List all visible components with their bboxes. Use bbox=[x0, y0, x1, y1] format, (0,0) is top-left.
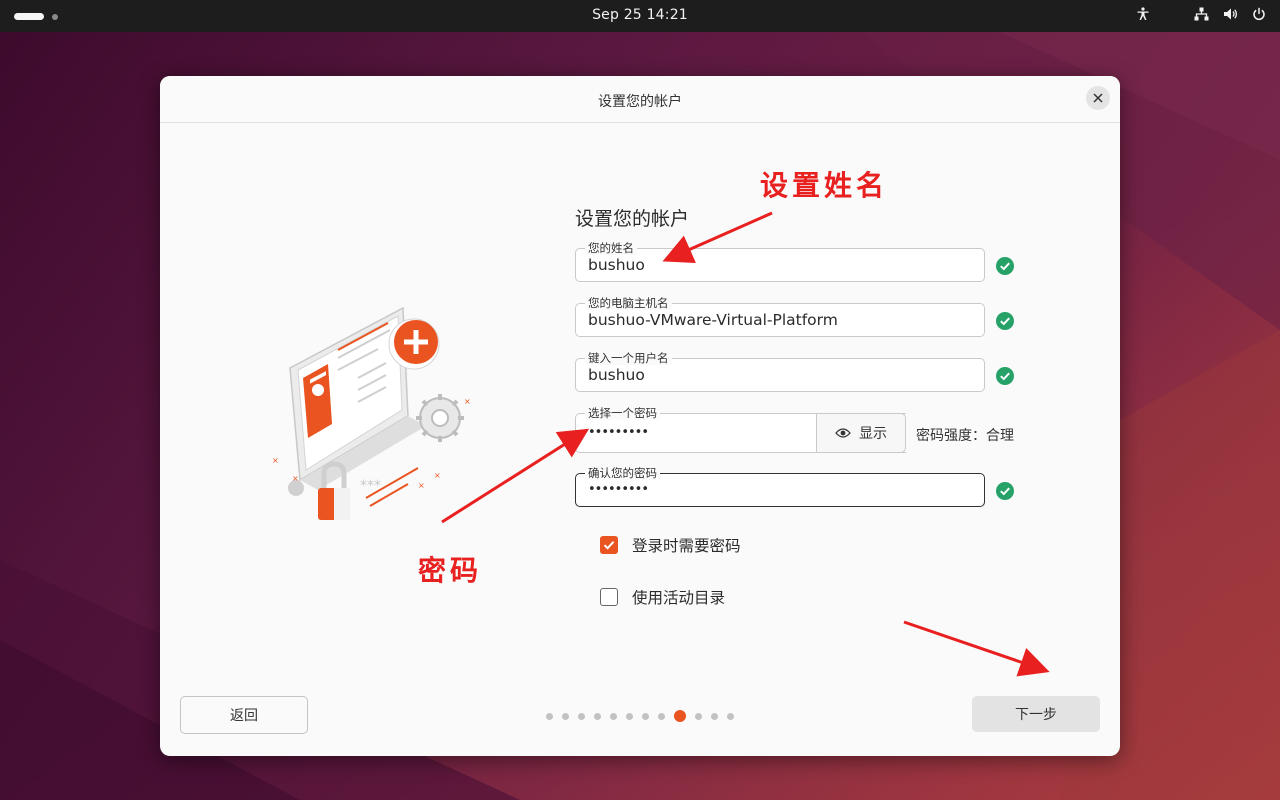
progress-dot bbox=[695, 712, 702, 720]
plus-badge-illustration bbox=[388, 318, 440, 370]
network-icon[interactable] bbox=[1194, 7, 1209, 21]
hostname-field[interactable]: 您的电脑主机名 bushuo-VMware-Virtual-Platform bbox=[575, 296, 985, 337]
close-button[interactable] bbox=[1086, 86, 1110, 110]
show-password-button[interactable]: 显示 bbox=[816, 413, 906, 453]
name-field[interactable]: 您的姓名 bushuo bbox=[575, 241, 985, 282]
confirm-password-value: ••••••••• bbox=[588, 482, 649, 497]
progress-dot bbox=[711, 712, 718, 720]
back-button[interactable]: 返回 bbox=[180, 696, 308, 734]
require-password-checkbox[interactable] bbox=[600, 536, 618, 554]
svg-text:***: *** bbox=[360, 478, 381, 494]
progress-dot bbox=[642, 712, 649, 720]
password-value: ••••••••• bbox=[588, 425, 649, 440]
eye-icon bbox=[835, 428, 851, 438]
progress-dot-active bbox=[674, 710, 686, 722]
checkmark-icon bbox=[603, 541, 615, 550]
confirm-password-label: 确认您的密码 bbox=[585, 466, 660, 480]
progress-dot bbox=[546, 712, 553, 720]
progress-dot bbox=[562, 712, 569, 720]
active-directory-label: 使用活动目录 bbox=[632, 589, 726, 607]
username-field[interactable]: 键入一个用户名 bushuo bbox=[575, 351, 985, 392]
name-label: 您的姓名 bbox=[585, 241, 637, 255]
password-label: 选择一个密码 bbox=[585, 406, 660, 420]
check-icon bbox=[996, 312, 1014, 330]
volume-icon[interactable] bbox=[1223, 7, 1238, 21]
power-icon[interactable] bbox=[1252, 7, 1266, 21]
svg-text:×: × bbox=[272, 456, 279, 465]
username-value: bushuo bbox=[588, 366, 645, 384]
username-label: 键入一个用户名 bbox=[585, 351, 672, 365]
require-password-option[interactable]: 登录时需要密码 bbox=[600, 534, 741, 556]
installer-dialog: 设置您的帐户 *** × × × × × 设置您的帐户 您的姓名 bushuo … bbox=[160, 76, 1120, 756]
system-tray[interactable] bbox=[1136, 7, 1266, 21]
require-password-label: 登录时需要密码 bbox=[632, 537, 741, 555]
progress-dots bbox=[546, 710, 734, 722]
accessibility-icon[interactable] bbox=[1136, 7, 1150, 21]
progress-dot bbox=[727, 712, 734, 720]
progress-dot bbox=[594, 712, 601, 720]
close-icon bbox=[1093, 93, 1103, 103]
annotation-name-text: 设置姓名 bbox=[760, 169, 889, 202]
svg-text:×: × bbox=[292, 474, 299, 483]
clock[interactable]: Sep 25 14:21 bbox=[0, 7, 1280, 23]
annotation-password-text: 密码 bbox=[418, 554, 483, 587]
svg-text:×: × bbox=[464, 397, 471, 406]
check-icon bbox=[996, 482, 1014, 500]
progress-dot bbox=[578, 712, 585, 720]
account-illustration: *** × × × × × bbox=[272, 306, 471, 520]
name-value: bushuo bbox=[588, 256, 645, 274]
dialog-header: 设置您的帐户 bbox=[160, 76, 1120, 123]
confirm-password-field[interactable]: 确认您的密码 ••••••••• bbox=[575, 466, 985, 507]
progress-dot bbox=[626, 712, 633, 720]
password-strength: 密码强度：合理 bbox=[916, 428, 1014, 444]
dialog-title: 设置您的帐户 bbox=[598, 94, 682, 110]
section-title: 设置您的帐户 bbox=[575, 208, 690, 230]
check-icon bbox=[996, 257, 1014, 275]
hostname-label: 您的电脑主机名 bbox=[585, 296, 672, 310]
active-directory-option[interactable]: 使用活动目录 bbox=[600, 586, 725, 608]
progress-dot bbox=[610, 712, 617, 720]
active-directory-checkbox[interactable] bbox=[600, 588, 618, 606]
hostname-value: bushuo-VMware-Virtual-Platform bbox=[588, 311, 838, 329]
check-icon bbox=[996, 367, 1014, 385]
svg-text:×: × bbox=[418, 481, 425, 490]
next-button[interactable]: 下一步 bbox=[972, 696, 1100, 732]
svg-text:×: × bbox=[434, 471, 441, 480]
progress-dot bbox=[658, 712, 665, 720]
top-panel: Sep 25 14:21 bbox=[0, 0, 1280, 32]
show-password-label: 显示 bbox=[859, 426, 887, 442]
